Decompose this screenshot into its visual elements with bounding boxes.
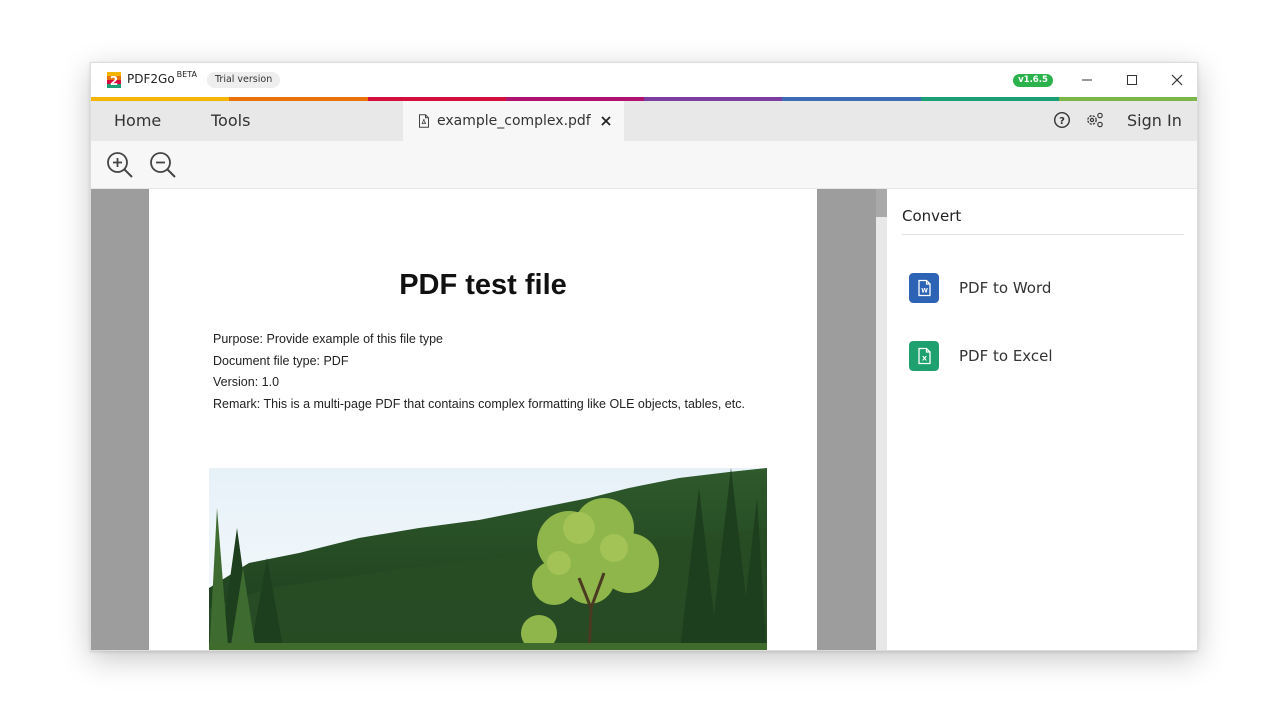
pdf-line-filetype: Document file type: PDF bbox=[213, 353, 349, 368]
pdf2go-logo-icon: 2 bbox=[107, 72, 121, 88]
sign-in-button[interactable]: Sign In bbox=[1127, 101, 1182, 141]
pdf-file-icon bbox=[419, 114, 429, 128]
excel-document-icon: X bbox=[909, 341, 939, 371]
help-icon[interactable]: ? bbox=[1053, 111, 1071, 129]
settings-icon[interactable] bbox=[1085, 111, 1105, 129]
title-bar[interactable]: 2 PDF2Go BETA Trial version v1.6.5 bbox=[91, 63, 1197, 97]
document-tab-label: example_complex.pdf bbox=[437, 113, 591, 129]
pdf-to-excel-label: PDF to Excel bbox=[959, 347, 1053, 365]
minimize-button[interactable] bbox=[1065, 63, 1109, 97]
nav-home[interactable]: Home bbox=[114, 101, 161, 141]
pdf-body-text: Purpose: Provide example of this file ty… bbox=[213, 329, 745, 415]
version-badge: v1.6.5 bbox=[1013, 74, 1053, 87]
word-document-icon: W bbox=[909, 273, 939, 303]
pdf-to-word-label: PDF to Word bbox=[959, 279, 1052, 297]
svg-text:?: ? bbox=[1059, 116, 1065, 127]
close-tab-icon[interactable] bbox=[599, 114, 613, 128]
scrollbar-thumb[interactable] bbox=[876, 189, 887, 217]
nav-tools[interactable]: Tools bbox=[211, 101, 250, 141]
divider bbox=[902, 234, 1184, 235]
viewer-scrollbar[interactable] bbox=[876, 189, 887, 650]
pdf-page: PDF test file Purpose: Provide example o… bbox=[149, 189, 817, 650]
app-window: 2 PDF2Go BETA Trial version v1.6.5 Home T… bbox=[90, 62, 1198, 651]
zoom-out-icon[interactable] bbox=[148, 150, 178, 180]
convert-heading: Convert bbox=[902, 207, 962, 225]
viewer-toolbar bbox=[91, 141, 1197, 189]
zoom-in-icon[interactable] bbox=[105, 150, 135, 180]
pdf-to-word-button[interactable]: W PDF to Word bbox=[909, 271, 1169, 305]
maximize-icon bbox=[1127, 75, 1137, 85]
convert-sidebar: Convert W PDF to Word X PDF to Excel bbox=[887, 189, 1197, 650]
minimize-icon bbox=[1082, 79, 1092, 81]
pdf-to-excel-button[interactable]: X PDF to Excel bbox=[909, 339, 1169, 373]
pdf-title: PDF test file bbox=[399, 269, 567, 301]
trial-version-badge[interactable]: Trial version bbox=[207, 72, 281, 88]
close-window-button[interactable] bbox=[1155, 63, 1197, 97]
svg-text:W: W bbox=[921, 288, 928, 295]
close-icon bbox=[1171, 74, 1183, 86]
maximize-button[interactable] bbox=[1110, 63, 1154, 97]
beta-label: BETA bbox=[176, 70, 197, 79]
pdf-line-remark: Remark: This is a multi-page PDF that co… bbox=[213, 396, 745, 411]
tab-document[interactable]: example_complex.pdf bbox=[403, 101, 624, 141]
svg-text:X: X bbox=[922, 355, 927, 363]
pdf-line-version: Version: 1.0 bbox=[213, 375, 280, 389]
app-name: PDF2Go BETA bbox=[127, 70, 197, 86]
pdf-viewer[interactable]: PDF test file Purpose: Provide example o… bbox=[91, 189, 876, 650]
pdf-line-purpose: Purpose: Provide example of this file ty… bbox=[213, 332, 443, 346]
tab-bar: Home Tools example_complex.pdf ? Sign In bbox=[91, 101, 1197, 141]
svg-text:2: 2 bbox=[110, 74, 118, 88]
forest-photo bbox=[209, 468, 767, 650]
